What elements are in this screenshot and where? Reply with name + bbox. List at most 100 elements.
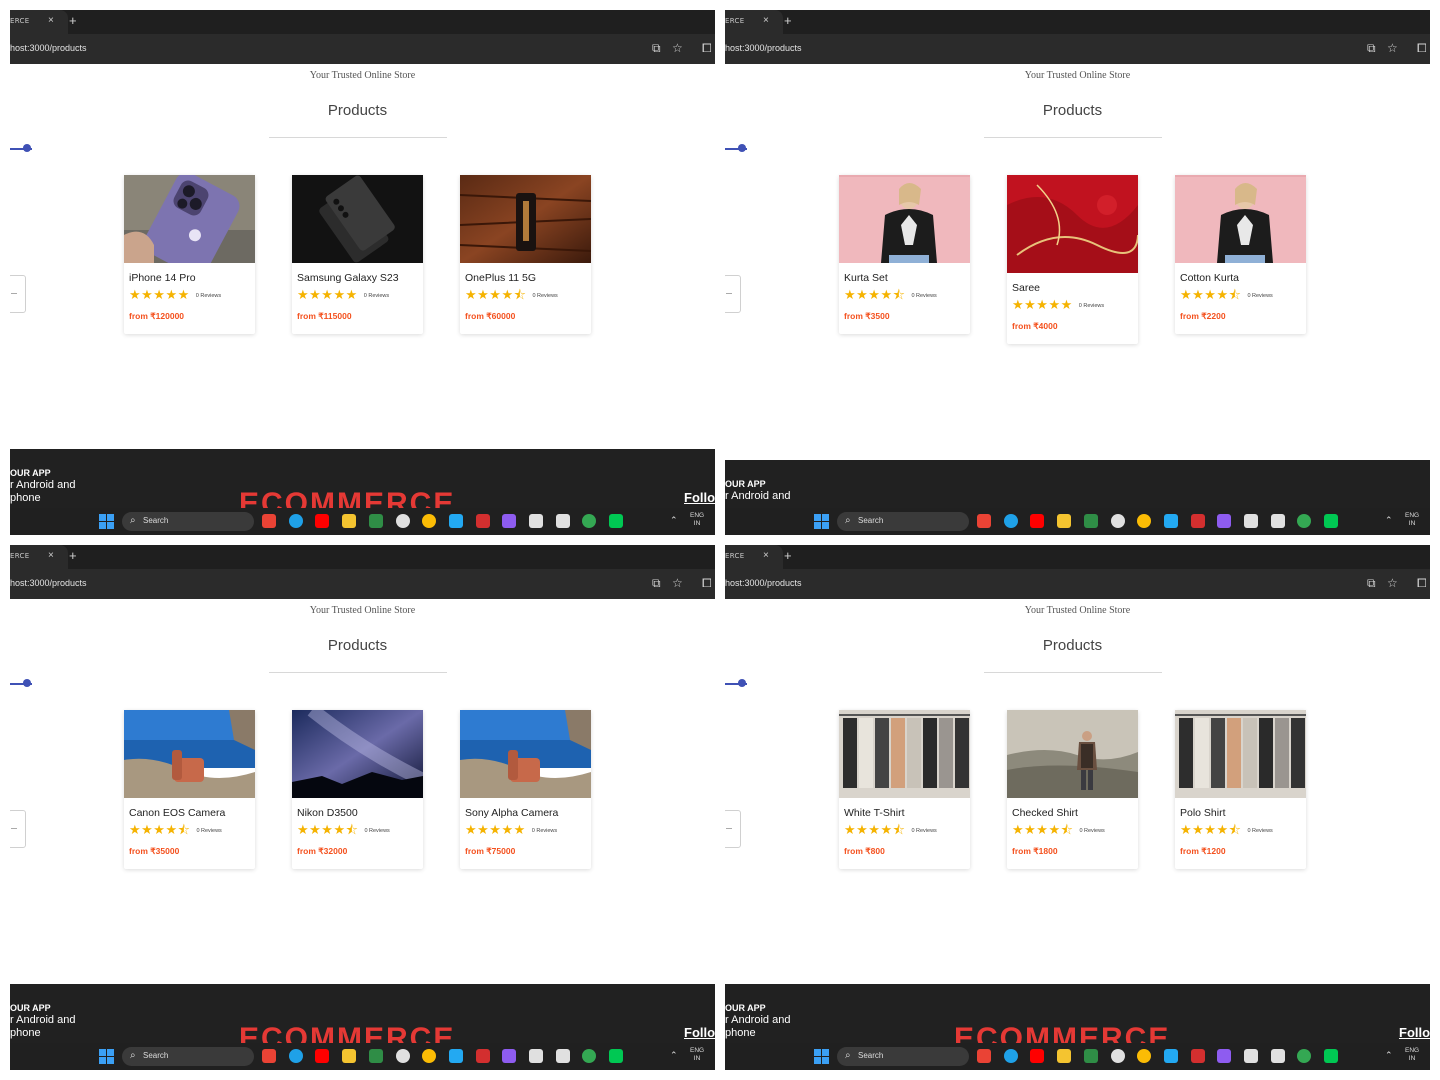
filter-input-box[interactable] xyxy=(725,275,741,313)
copilot-icon[interactable] xyxy=(502,514,517,528)
product-card[interactable]: Kurta Set ★★★★⯪ 0 Reviews from ₹3500 xyxy=(839,175,970,334)
chrome-icon[interactable] xyxy=(422,514,437,528)
product-image[interactable] xyxy=(1007,175,1138,273)
geeksforgeeks-icon[interactable] xyxy=(368,1049,383,1063)
footer-follow-link[interactable]: Follo xyxy=(684,1025,715,1040)
product-card[interactable]: OnePlus 11 5G ★★★★⯪ 0 Reviews from ₹60000 xyxy=(460,175,591,334)
product-image[interactable] xyxy=(460,175,591,263)
star-icon[interactable]: ☆ xyxy=(672,41,683,55)
tuf-icon[interactable] xyxy=(475,514,490,528)
copilot-icon[interactable] xyxy=(1217,1049,1232,1063)
edge-icon[interactable] xyxy=(288,514,303,528)
youtube-icon[interactable] xyxy=(1030,514,1045,528)
tray-chevron-icon[interactable]: ⌃ xyxy=(1385,1050,1393,1060)
browser-tab[interactable]: ERCE × xyxy=(725,10,783,34)
copilot-icon[interactable] xyxy=(1217,514,1232,528)
address-bar[interactable]: host:3000/products ⧉ ☆ ⧠ xyxy=(10,34,715,64)
gmail-icon[interactable] xyxy=(262,514,276,528)
windows-start-icon[interactable] xyxy=(814,514,829,529)
product-name[interactable]: Kurta Set xyxy=(839,263,970,285)
edge-icon[interactable] xyxy=(288,1049,303,1063)
product-card[interactable]: Sony Alpha Camera ★★★★★ 0 Reviews from ₹750… xyxy=(460,710,591,869)
url-text[interactable]: host:3000/products xyxy=(725,43,802,53)
extensions-icon[interactable]: ⧠ xyxy=(702,41,712,55)
chrome-active-icon[interactable] xyxy=(582,1049,597,1063)
browser-tab[interactable]: ERCE × xyxy=(725,545,783,569)
vscode-icon[interactable] xyxy=(1163,514,1178,528)
price-slider-handle[interactable] xyxy=(23,679,31,687)
new-tab-icon[interactable]: + xyxy=(69,14,77,28)
product-image[interactable] xyxy=(124,710,255,798)
chrome-icon[interactable] xyxy=(1137,514,1152,528)
address-bar[interactable]: host:3000/products ⧉ ☆ ⧠ xyxy=(725,34,1430,64)
product-card[interactable]: iPhone 14 Pro ★★★★★ 0 Reviews from ₹120000 xyxy=(124,175,255,334)
taskbar-search[interactable]: ⌕ Search xyxy=(122,512,254,531)
extensions-icon[interactable]: ⧠ xyxy=(702,576,712,590)
tuf-icon[interactable] xyxy=(475,1049,490,1063)
language-indicator[interactable]: ENG IN xyxy=(690,1047,704,1063)
product-image[interactable] xyxy=(292,175,423,263)
product-image[interactable] xyxy=(839,710,970,798)
chrome-active-icon[interactable] xyxy=(1297,1049,1312,1063)
product-name[interactable]: White T-Shirt xyxy=(839,798,970,820)
tuf-icon[interactable] xyxy=(1190,1049,1205,1063)
copilot-icon[interactable] xyxy=(502,1049,517,1063)
product-name[interactable]: Samsung Galaxy S23 xyxy=(292,263,423,285)
product-image[interactable] xyxy=(1175,175,1306,263)
close-tab-icon[interactable]: × xyxy=(763,550,769,562)
price-slider-handle[interactable] xyxy=(738,679,746,687)
tray-chevron-icon[interactable]: ⌃ xyxy=(670,515,678,525)
edge-icon[interactable] xyxy=(1003,1049,1018,1063)
terminal-icon[interactable] xyxy=(1270,514,1285,528)
chrome-active-icon[interactable] xyxy=(1297,514,1312,528)
address-bar[interactable]: host:3000/products ⧉ ☆ ⧠ xyxy=(10,569,715,599)
price-slider-handle[interactable] xyxy=(23,144,31,152)
gmail-icon[interactable] xyxy=(262,1049,276,1063)
vscode-icon[interactable] xyxy=(448,514,463,528)
ai-icon[interactable] xyxy=(529,1049,543,1063)
gmail-icon[interactable] xyxy=(977,1049,991,1063)
tray-chevron-icon[interactable]: ⌃ xyxy=(1385,515,1393,525)
product-card[interactable]: White T-Shirt ★★★★⯪ 0 Reviews from ₹800 xyxy=(839,710,970,869)
geeksforgeeks-icon[interactable] xyxy=(1083,1049,1098,1063)
star-icon[interactable]: ☆ xyxy=(672,576,683,590)
youtube-icon[interactable] xyxy=(1030,1049,1045,1063)
product-card[interactable]: Checked Shirt ★★★★⯪ 0 Reviews from ₹1800 xyxy=(1007,710,1138,869)
chatgpt-icon[interactable] xyxy=(1110,1049,1125,1063)
close-tab-icon[interactable]: × xyxy=(763,15,769,27)
star-icon[interactable]: ☆ xyxy=(1387,576,1398,590)
address-bar[interactable]: host:3000/products ⧉ ☆ ⧠ xyxy=(725,569,1430,599)
file-explorer-icon[interactable] xyxy=(1057,1049,1072,1063)
product-name[interactable]: Sony Alpha Camera xyxy=(460,798,591,820)
chrome-icon[interactable] xyxy=(1137,1049,1152,1063)
new-tab-icon[interactable]: + xyxy=(69,549,77,563)
mongodb-icon[interactable] xyxy=(609,1049,624,1063)
edge-icon[interactable] xyxy=(1003,514,1018,528)
mongodb-icon[interactable] xyxy=(1324,1049,1339,1063)
product-name[interactable]: Canon EOS Camera xyxy=(124,798,255,820)
terminal-icon[interactable] xyxy=(555,1049,570,1063)
browser-tab[interactable]: ERCE × xyxy=(10,10,68,34)
gmail-icon[interactable] xyxy=(977,514,991,528)
language-indicator[interactable]: ENG IN xyxy=(1405,1047,1419,1063)
star-icon[interactable]: ☆ xyxy=(1387,41,1398,55)
chatgpt-icon[interactable] xyxy=(1110,514,1125,528)
extensions-icon[interactable]: ⧠ xyxy=(1417,576,1427,590)
url-text[interactable]: host:3000/products xyxy=(10,578,87,588)
ai-icon[interactable] xyxy=(529,514,543,528)
tray-chevron-icon[interactable]: ⌃ xyxy=(670,1050,678,1060)
footer-follow-link[interactable]: Follo xyxy=(684,490,715,505)
filter-input-box[interactable] xyxy=(725,810,741,848)
geeksforgeeks-icon[interactable] xyxy=(368,514,383,528)
product-name[interactable]: Saree xyxy=(1007,273,1138,295)
geeksforgeeks-icon[interactable] xyxy=(1083,514,1098,528)
browser-tab[interactable]: ERCE × xyxy=(10,545,68,569)
chrome-icon[interactable] xyxy=(422,1049,437,1063)
language-indicator[interactable]: ENG IN xyxy=(1405,512,1419,528)
product-image[interactable] xyxy=(460,710,591,798)
windows-start-icon[interactable] xyxy=(99,1049,114,1064)
chrome-active-icon[interactable] xyxy=(582,514,597,528)
ai-icon[interactable] xyxy=(1244,1049,1258,1063)
url-text[interactable]: host:3000/products xyxy=(10,43,87,53)
url-text[interactable]: host:3000/products xyxy=(725,578,802,588)
